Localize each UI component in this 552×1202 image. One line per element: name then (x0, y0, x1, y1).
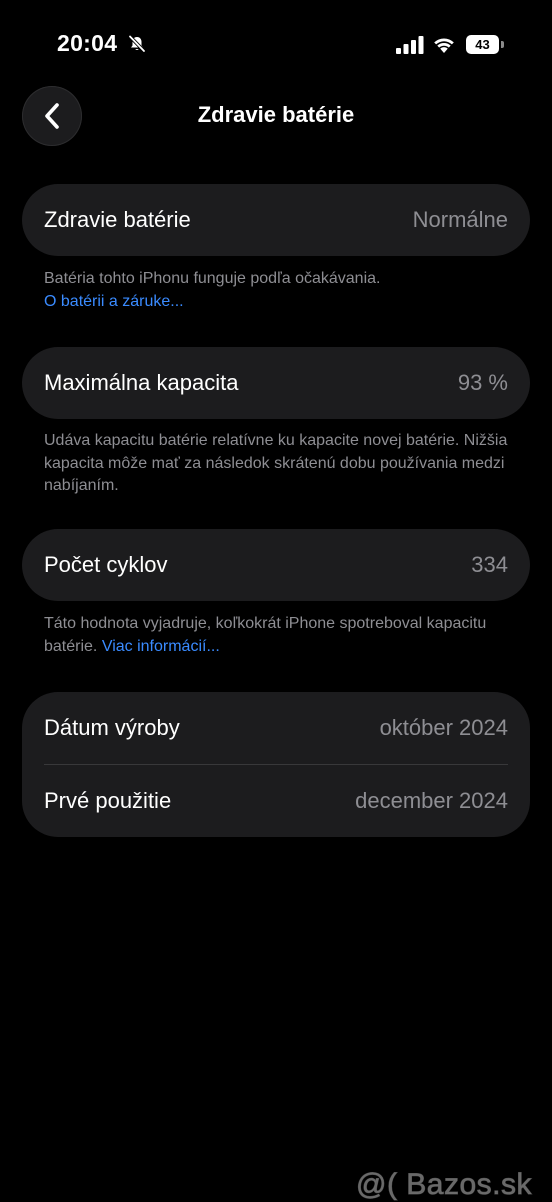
battery-health-footnote: Batéria tohto iPhonu funguje podľa očaká… (44, 268, 524, 313)
battery-health-footnote-text: Batéria tohto iPhonu funguje podľa očaká… (44, 270, 381, 287)
dates-card: Dátum výroby október 2024 Prvé použitie … (22, 692, 530, 837)
battery-warranty-link[interactable]: O batérii a záruke... (44, 293, 184, 310)
battery-icon: 43 (466, 35, 504, 54)
battery-health-card: Zdravie batérie Normálne (22, 184, 530, 256)
manufacture-date-label: Dátum výroby (44, 715, 180, 740)
battery-health-value: Normálne (412, 207, 508, 232)
wifi-icon (434, 38, 454, 53)
battery-cap (501, 41, 504, 48)
battery-level: 43 (466, 35, 499, 54)
max-capacity-label: Maximálna kapacita (44, 370, 239, 395)
manufacture-date-value: október 2024 (379, 715, 508, 740)
manufacture-date-row: Dátum výroby október 2024 (22, 692, 530, 764)
bazos-watermark: @( Bazos.sk (356, 1168, 533, 1202)
status-bar: 20:04 43 (0, 0, 552, 90)
max-capacity-value: 93 % (457, 370, 508, 395)
battery-health-label: Zdravie batérie (44, 207, 191, 232)
first-use-value: december 2024 (355, 788, 508, 813)
max-capacity-footnote: Udáva kapacitu batérie relatívne ku kapa… (44, 432, 508, 494)
first-use-row: Prvé použitie december 2024 (22, 765, 530, 837)
more-info-link[interactable]: Viac informácií... (102, 638, 220, 655)
bell-slash-icon (128, 35, 146, 53)
first-use-label: Prvé použitie (44, 788, 172, 813)
page-title: Zdravie batérie (197, 102, 355, 127)
max-capacity-card: Maximálna kapacita 93 % (22, 347, 530, 419)
battery-health-row: Zdravie batérie Normálne (22, 184, 530, 256)
max-capacity-row: Maximálna kapacita 93 % (22, 347, 530, 419)
cycle-count-card: Počet cyklov 334 (22, 529, 530, 601)
cycle-count-label: Počet cyklov (44, 552, 168, 577)
status-time: 20:04 (57, 30, 118, 56)
cellular-signal-icon (396, 36, 424, 54)
cycle-count-row: Počet cyklov 334 (22, 529, 530, 601)
cycle-count-footnote: Táto hodnota vyjadruje, koľkokrát iPhone… (44, 613, 524, 658)
cycle-count-value: 334 (471, 552, 508, 577)
